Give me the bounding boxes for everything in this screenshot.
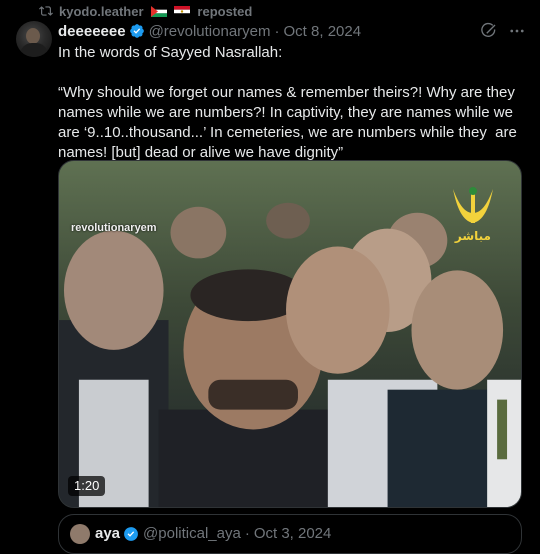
verified-icon <box>129 24 144 38</box>
video-watermark: revolutionaryem <box>71 222 157 234</box>
display-name[interactable]: deeeeeee <box>58 23 126 40</box>
video-player[interactable]: revolutionaryem مباشر 1:20 <box>58 160 522 508</box>
tweet-top-actions <box>480 22 526 40</box>
video-duration: 1:20 <box>68 476 106 496</box>
tweet-header: deeeeeee @revolutionaryem · Oct 8, 2024 <box>58 22 361 40</box>
tweet-text: In the words of Sayyed Nasrallah: “Why s… <box>58 44 517 161</box>
tweet-date[interactable]: Oct 8, 2024 <box>284 23 362 40</box>
repost-context[interactable]: kyodo.leather reposted <box>0 0 540 22</box>
channel-live-label: مباشر <box>454 229 491 243</box>
reposter-name[interactable]: kyodo.leather <box>59 4 144 19</box>
palestine-flag-icon <box>151 6 168 17</box>
quoted-avatar[interactable] <box>70 524 90 544</box>
egypt-flag-icon <box>173 6 190 17</box>
repost-action-label: reposted <box>197 4 253 19</box>
handle[interactable]: @revolutionaryem <box>149 23 271 40</box>
more-icon[interactable] <box>508 22 526 40</box>
grok-icon[interactable] <box>480 22 498 40</box>
quoted-tweet[interactable]: aya @political_aya · Oct 3, 2024 <box>58 514 522 554</box>
repost-icon <box>39 6 53 16</box>
avatar[interactable] <box>16 21 52 57</box>
header-separator: · <box>274 22 280 40</box>
